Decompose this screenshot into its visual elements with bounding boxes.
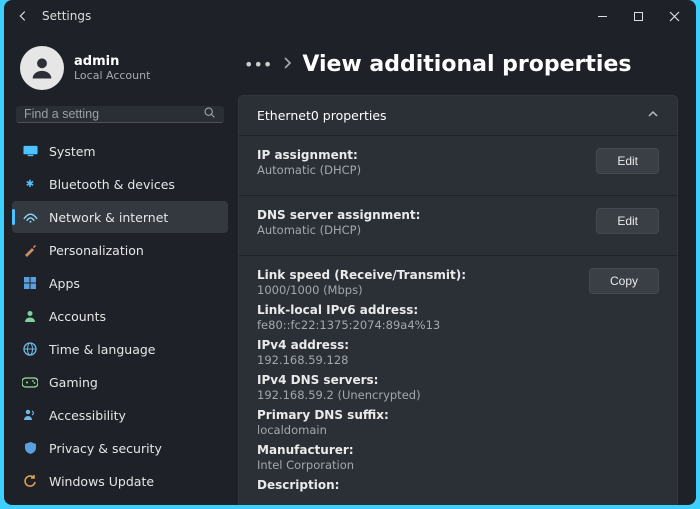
sidebar-item-label: Accessibility bbox=[49, 408, 126, 423]
breadcrumb: ••• View additional properties bbox=[238, 38, 678, 95]
titlebar: Settings bbox=[4, 0, 696, 32]
sidebar-item-bluetooth-devices[interactable]: ✱ Bluetooth & devices bbox=[12, 168, 228, 200]
search-box[interactable] bbox=[16, 106, 224, 123]
copy-button[interactable]: Copy bbox=[589, 268, 659, 294]
sidebar-item-label: Accounts bbox=[49, 309, 106, 324]
profile-sub: Local Account bbox=[74, 69, 150, 82]
close-button[interactable] bbox=[656, 2, 692, 30]
sidebar-item-label: System bbox=[49, 144, 96, 159]
sidebar-item-time-language[interactable]: Time & language bbox=[12, 333, 228, 365]
page-title: View additional properties bbox=[302, 52, 631, 77]
windows-update-icon bbox=[22, 473, 38, 489]
detail-label: Link speed (Receive/Transmit): bbox=[257, 268, 575, 282]
settings-window: Settings admin Local Account bbox=[4, 0, 696, 505]
ip-assignment-label: IP assignment: bbox=[257, 148, 582, 162]
sidebar-item-label: Apps bbox=[49, 276, 80, 291]
edit-ip-button[interactable]: Edit bbox=[596, 148, 659, 174]
system-icon bbox=[22, 143, 38, 159]
gaming-icon bbox=[22, 374, 38, 390]
detail-value: Intel Corporation bbox=[257, 458, 575, 472]
profile-name: admin bbox=[74, 54, 150, 69]
detail-label: Link-local IPv6 address: bbox=[257, 303, 575, 317]
ip-assignment-value: Automatic (DHCP) bbox=[257, 163, 582, 177]
sidebar-item-apps[interactable]: Apps bbox=[12, 267, 228, 299]
sidebar-item-label: Time & language bbox=[49, 342, 155, 357]
detail-label: Manufacturer: bbox=[257, 443, 575, 457]
detail-row: IPv4 DNS servers:192.168.59.2 (Unencrypt… bbox=[257, 373, 575, 402]
profile-block[interactable]: admin Local Account bbox=[12, 38, 228, 104]
edit-dns-button[interactable]: Edit bbox=[596, 208, 659, 234]
privacy-security-icon bbox=[22, 440, 38, 456]
sidebar-item-gaming[interactable]: Gaming bbox=[12, 366, 228, 398]
detail-label: IPv4 address: bbox=[257, 338, 575, 352]
content: ••• View additional properties Ethernet0… bbox=[236, 32, 696, 505]
detail-value: fe80::fc22:1375:2074:89a4%13 bbox=[257, 318, 575, 332]
back-button[interactable] bbox=[8, 9, 38, 23]
properties-panel: Ethernet0 properties IP assignment: Auto… bbox=[238, 95, 678, 505]
dns-assignment-label: DNS server assignment: bbox=[257, 208, 582, 222]
maximize-button[interactable] bbox=[620, 2, 656, 30]
sidebar-item-label: Gaming bbox=[49, 375, 98, 390]
detail-value: 192.168.59.128 bbox=[257, 353, 575, 367]
search-input[interactable] bbox=[24, 107, 203, 121]
sidebar-item-windows-update[interactable]: Windows Update bbox=[12, 465, 228, 497]
panel-header[interactable]: Ethernet0 properties bbox=[239, 96, 677, 135]
more-icon[interactable]: ••• bbox=[244, 55, 272, 74]
sidebar-item-label: Personalization bbox=[49, 243, 144, 258]
sidebar-item-network-internet[interactable]: Network & internet bbox=[12, 201, 228, 233]
accounts-icon bbox=[22, 308, 38, 324]
avatar bbox=[20, 46, 64, 90]
detail-row: Primary DNS suffix:localdomain bbox=[257, 408, 575, 437]
personalization-icon bbox=[22, 242, 38, 258]
sidebar-item-accessibility[interactable]: Accessibility bbox=[12, 399, 228, 431]
sidebar-item-label: Network & internet bbox=[49, 210, 168, 225]
detail-row: Manufacturer:Intel Corporation bbox=[257, 443, 575, 472]
network-internet-icon bbox=[22, 209, 38, 225]
chevron-right-icon bbox=[282, 57, 292, 73]
detail-row: Link-local IPv6 address:fe80::fc22:1375:… bbox=[257, 303, 575, 332]
sidebar: admin Local Account System ✱ Bluetooth & d… bbox=[4, 32, 236, 505]
detail-row: Description: bbox=[257, 478, 575, 492]
apps-icon bbox=[22, 275, 38, 291]
time-language-icon bbox=[22, 341, 38, 357]
panel-title: Ethernet0 properties bbox=[257, 108, 387, 123]
detail-label: IPv4 DNS servers: bbox=[257, 373, 575, 387]
sidebar-item-label: Windows Update bbox=[49, 474, 154, 489]
ip-assignment-section: IP assignment: Automatic (DHCP) Edit bbox=[239, 135, 677, 195]
detail-value: 1000/1000 (Mbps) bbox=[257, 283, 575, 297]
details-section: Link speed (Receive/Transmit):1000/1000 … bbox=[239, 255, 677, 505]
detail-label: Primary DNS suffix: bbox=[257, 408, 575, 422]
sidebar-item-personalization[interactable]: Personalization bbox=[12, 234, 228, 266]
sidebar-item-accounts[interactable]: Accounts bbox=[12, 300, 228, 332]
minimize-button[interactable] bbox=[584, 2, 620, 30]
sidebar-item-label: Bluetooth & devices bbox=[49, 177, 175, 192]
detail-row: Link speed (Receive/Transmit):1000/1000 … bbox=[257, 268, 575, 297]
bluetooth-devices-icon: ✱ bbox=[22, 176, 38, 192]
detail-row: IPv4 address:192.168.59.128 bbox=[257, 338, 575, 367]
detail-value: localdomain bbox=[257, 423, 575, 437]
sidebar-item-privacy-security[interactable]: Privacy & security bbox=[12, 432, 228, 464]
accessibility-icon bbox=[22, 407, 38, 423]
dns-assignment-value: Automatic (DHCP) bbox=[257, 223, 582, 237]
detail-label: Description: bbox=[257, 478, 575, 492]
chevron-up-icon bbox=[647, 108, 659, 123]
dns-assignment-section: DNS server assignment: Automatic (DHCP) … bbox=[239, 195, 677, 255]
detail-value: 192.168.59.2 (Unencrypted) bbox=[257, 388, 575, 402]
search-icon bbox=[203, 106, 216, 122]
window-title: Settings bbox=[38, 9, 91, 23]
sidebar-item-system[interactable]: System bbox=[12, 135, 228, 167]
sidebar-item-label: Privacy & security bbox=[49, 441, 162, 456]
nav-list: System ✱ Bluetooth & devices Network & inte… bbox=[12, 135, 228, 497]
